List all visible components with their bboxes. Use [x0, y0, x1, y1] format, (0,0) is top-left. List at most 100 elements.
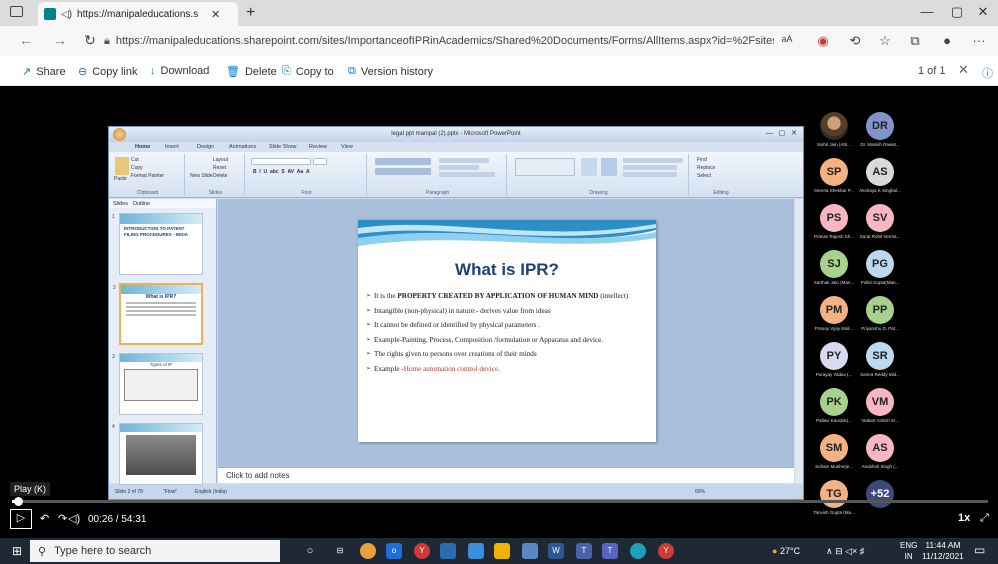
participant-tile: PG Pulkit Gupta(Man...	[858, 250, 902, 285]
word-icon[interactable]: W	[548, 543, 564, 559]
new-tab-button[interactable]: +	[246, 4, 255, 22]
playback-speed-button[interactable]: 1x	[958, 512, 970, 524]
app-2-icon[interactable]: Y	[658, 543, 674, 559]
close-viewer-icon[interactable]: ✕	[958, 62, 969, 78]
participant-avatar: PM	[820, 296, 848, 324]
vertical-scrollbar[interactable]	[795, 199, 803, 483]
collections-icon[interactable]: ⧉	[906, 33, 924, 49]
system-tray-icons[interactable]: ∧ ⊟ ◁× ♯	[826, 546, 864, 557]
delete-button[interactable]: 🗑︎ Delete	[226, 65, 277, 79]
tab-actions-icon[interactable]	[10, 6, 23, 17]
calculator-icon[interactable]	[440, 543, 456, 559]
volume-icon[interactable]: ◁)	[68, 512, 80, 525]
share-button[interactable]: ↗ Share	[22, 65, 66, 79]
file-explorer-icon[interactable]	[468, 543, 484, 559]
lock-icon: 🔒︎	[104, 34, 110, 47]
clock-date: 11/12/2021	[922, 551, 964, 561]
address-bar[interactable]: 🔒︎ https://manipaleducations.sharepoint.…	[104, 29, 774, 53]
status-slide-count: Slide 2 of 79	[115, 489, 143, 495]
slide-wave-decoration	[358, 220, 656, 246]
photos-icon[interactable]	[522, 543, 538, 559]
forward-arrow-icon[interactable]: →	[50, 32, 70, 48]
participant-avatar: TG	[820, 480, 848, 508]
play-button[interactable]: ▷	[10, 509, 32, 529]
rewind-10-icon[interactable]: ↶	[40, 512, 49, 525]
taskbar-clock[interactable]: 11:44 AM 11/12/2021	[922, 540, 964, 562]
participant-name: Vedant Ashish M...	[861, 418, 899, 423]
participant-avatar: SJ	[820, 250, 848, 278]
speaker-icon[interactable]: ◁)	[61, 9, 72, 20]
download-button[interactable]: ↓ Download	[150, 65, 209, 77]
participant-avatar: SR	[866, 342, 894, 370]
close-window-button[interactable]: ✕	[968, 4, 998, 20]
tab-close-icon[interactable]: ✕	[211, 8, 220, 21]
copy-link-button[interactable]: ⊖ Copy link	[78, 65, 137, 79]
ppt-title-bar: legal ppt manipal (2).pptx - Microsoft P…	[109, 127, 803, 142]
browser-tab[interactable]: ◁) https://manipaleducations.s ✕	[38, 2, 238, 26]
back-arrow-icon[interactable]: ←	[16, 32, 36, 48]
minimize-button[interactable]: —	[912, 4, 942, 19]
language-indicator[interactable]: ENG IN	[900, 540, 917, 562]
favorites-icon[interactable]: ☆	[876, 33, 894, 49]
participant-name: Tanvish Gupta (Ma...	[813, 510, 855, 515]
participant-name: Sarthak Jain (Man...	[813, 280, 855, 285]
ribbon-tab-animations: Animations	[229, 144, 257, 150]
delete-label: Delete	[244, 65, 277, 78]
edge-icon[interactable]	[630, 543, 646, 559]
participant-tile: PM Pranay Vijay Mali...	[812, 296, 856, 331]
teams-2-icon[interactable]: T	[602, 543, 618, 559]
task-view-icon[interactable]: ⊟	[332, 543, 348, 559]
ribbon-group-paragraph: Paragraph	[369, 154, 507, 196]
participant-name: Pranav Rajesh Sh...	[813, 234, 855, 239]
version-history-icon: ⧉	[348, 65, 356, 77]
ribbon-tab-review: Review	[309, 144, 328, 150]
office-button-icon	[113, 128, 126, 141]
more-menu-icon[interactable]: ···	[970, 33, 988, 48]
app-icon[interactable]: Y	[414, 543, 430, 559]
outlook-icon[interactable]: o	[386, 543, 402, 559]
tab-slides: Slides	[113, 201, 128, 207]
participant-name: Pulkit Gupta(Man...	[860, 280, 900, 285]
sticky-notes-icon[interactable]	[494, 543, 510, 559]
version-history-button[interactable]: ⧉ Version history	[348, 65, 433, 78]
ribbon-tab-home: Home	[135, 144, 151, 150]
ribbon-tab-insert: Insert	[165, 144, 179, 150]
participant-avatar: PG	[866, 250, 894, 278]
trash-icon: 🗑︎	[226, 66, 240, 78]
copy-to-icon: ⎘	[282, 65, 291, 77]
taskbar-search-box[interactable]: ⚲ Type here to search	[30, 540, 280, 562]
address-bar-row: ← → ↻ 🔒︎ https://manipaleducations.share…	[0, 26, 998, 56]
info-icon[interactable]: ⓘ	[982, 65, 993, 81]
notifications-icon[interactable]: ▭	[974, 543, 985, 557]
sharepoint-command-bar: ↗ Share ⊖ Copy link ↓ Download 🗑︎ Delete ⎘ Co…	[0, 56, 998, 86]
ppt-ribbon: Cut Copy Paste Format Painter Clipboard …	[109, 152, 803, 198]
weather-widget[interactable]: ● 27°C	[772, 546, 800, 556]
link-icon: ⊖	[78, 66, 88, 78]
refresh-icon[interactable]: ↻	[80, 32, 100, 49]
progress-knob[interactable]	[14, 497, 23, 506]
windows-start-icon[interactable]: ⊞	[12, 544, 22, 558]
participant-tile: PS Pranav Rajesh Sh...	[812, 204, 856, 239]
search-placeholder: Type here to search	[54, 545, 152, 557]
copy-to-button[interactable]: ⎘ Copy to	[282, 65, 334, 78]
ublock-icon[interactable]: ◉	[814, 33, 832, 49]
video-progress-bar[interactable]	[12, 497, 988, 506]
participant-avatar: PK	[820, 388, 848, 416]
forward-10-icon[interactable]: ↷	[58, 512, 67, 525]
chrome-icon[interactable]	[360, 543, 376, 559]
ribbon-group-font: B I U abc S AV Aa A Font	[247, 154, 367, 196]
teams-icon[interactable]: T	[576, 543, 592, 559]
read-aloud-icon[interactable]: ᵃᴬ	[778, 33, 796, 48]
participant-name: Anubhuti Singh (...	[861, 464, 899, 469]
page-indicator: 1 of 1	[918, 65, 946, 77]
fullscreen-icon[interactable]: ⤢	[980, 512, 989, 525]
participant-tile: AS Anubhuti Singh (...	[858, 434, 902, 469]
participant-avatar: SV	[866, 204, 894, 232]
cortana-icon[interactable]: ○	[302, 543, 318, 559]
sharepoint-favicon-icon	[44, 8, 56, 20]
extension-icon[interactable]: ⟲	[846, 33, 864, 49]
video-time: 00:26 / 54:31	[88, 514, 147, 525]
profile-avatar-icon[interactable]: ●	[938, 33, 956, 48]
status-language: English (India)	[195, 489, 227, 495]
notes-pane[interactable]: Click to add notes	[218, 467, 794, 483]
